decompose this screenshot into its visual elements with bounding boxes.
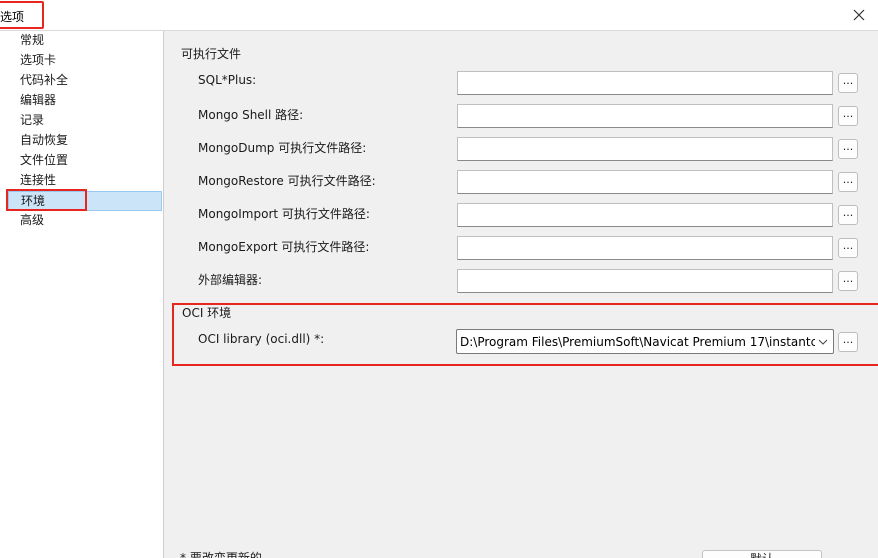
- sidebar-item-connectivity[interactable]: 连接性: [8, 171, 162, 191]
- sidebar-item-tabs[interactable]: 选项卡: [8, 51, 162, 71]
- mongodump-path-field[interactable]: [457, 137, 833, 161]
- executables-group-title: 可执行文件: [181, 47, 242, 61]
- sidebar-item-code-completion[interactable]: 代码补全: [8, 71, 162, 91]
- sidebar-item-general[interactable]: 常规: [8, 31, 162, 51]
- mongoimport-browse-button[interactable]: ...: [838, 205, 858, 225]
- mongorestore-label: MongoRestore 可执行文件路径:: [198, 174, 376, 188]
- options-dialog: 选项 常规 选项卡 代码补全 编辑器 记录 自动恢复 文件位置 连接性 环境 高…: [0, 0, 878, 558]
- footer-note: * 要改变更新的...: [180, 551, 274, 558]
- external-editor-path-field[interactable]: [457, 269, 833, 293]
- title-bar: 选项: [0, 0, 878, 31]
- external-editor-label: 外部编辑器:: [198, 273, 263, 287]
- close-button[interactable]: [850, 6, 868, 24]
- environment-highlight-box: [6, 189, 87, 211]
- sqlplus-label: SQL*Plus:: [198, 73, 257, 87]
- mongorestore-path-field[interactable]: [457, 170, 833, 194]
- close-icon: [853, 9, 865, 21]
- mongoimport-path-field[interactable]: [457, 203, 833, 227]
- sidebar-item-logging[interactable]: 记录: [8, 111, 162, 131]
- sqlplus-path-field[interactable]: [457, 71, 833, 95]
- mongodump-label: MongoDump 可执行文件路径:: [198, 141, 367, 155]
- mongo-shell-path-field[interactable]: [457, 104, 833, 128]
- title-highlight-box: [0, 1, 44, 29]
- external-editor-browse-button[interactable]: ...: [838, 271, 858, 291]
- mongodump-browse-button[interactable]: ...: [838, 139, 858, 159]
- sqlplus-browse-button[interactable]: ...: [838, 73, 858, 93]
- mongoexport-label: MongoExport 可执行文件路径:: [198, 240, 370, 254]
- sidebar: 常规 选项卡 代码补全 编辑器 记录 自动恢复 文件位置 连接性 环境 高级: [0, 31, 164, 558]
- sidebar-item-file-location[interactable]: 文件位置: [8, 151, 162, 171]
- mongoexport-browse-button[interactable]: ...: [838, 238, 858, 258]
- mongo-shell-label: Mongo Shell 路径:: [198, 108, 304, 122]
- default-button[interactable]: 默认: [702, 550, 822, 558]
- mongo-shell-browse-button[interactable]: ...: [838, 106, 858, 126]
- sidebar-item-editor[interactable]: 编辑器: [8, 91, 162, 111]
- sidebar-item-advanced[interactable]: 高级: [8, 211, 162, 231]
- mongoexport-path-field[interactable]: [457, 236, 833, 260]
- sidebar-item-auto-recovery[interactable]: 自动恢复: [8, 131, 162, 151]
- mongorestore-browse-button[interactable]: ...: [838, 172, 858, 192]
- mongoimport-label: MongoImport 可执行文件路径:: [198, 207, 370, 221]
- oci-highlight-box: [172, 303, 878, 366]
